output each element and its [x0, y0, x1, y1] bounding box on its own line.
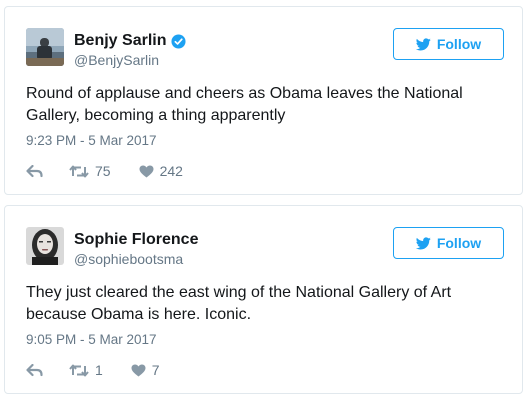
twitter-bird-icon: [415, 236, 431, 249]
reply-icon: [26, 164, 43, 177]
retweet-count: 75: [95, 163, 111, 179]
tweet-actions: 1 7: [26, 362, 160, 378]
tweet-text: Round of applause and cheers as Obama le…: [26, 85, 463, 124]
reply-button[interactable]: [26, 363, 43, 377]
author-name-row: Sophie Florence: [74, 231, 198, 249]
tweet-timestamp[interactable]: 9:05 PM - 5 Mar 2017: [26, 332, 157, 347]
follow-button[interactable]: Follow: [393, 227, 504, 259]
retweet-icon: [69, 165, 89, 177]
retweet-count: 1: [95, 362, 103, 378]
follow-label: Follow: [436, 235, 482, 251]
retweet-icon: [69, 364, 89, 376]
tweet-actions: 75 242: [26, 163, 183, 179]
avatar[interactable]: [26, 28, 64, 66]
heart-icon: [139, 165, 154, 177]
like-count: 7: [151, 362, 160, 378]
author-name[interactable]: Sophie Florence: [74, 231, 198, 249]
reply-button[interactable]: [26, 164, 43, 178]
reply-icon: [26, 363, 43, 376]
tweet-feed: Benjy Sarlin @BenjySarlin Follow Round o…: [0, 0, 528, 400]
tweet-timestamp[interactable]: 9:23 PM - 5 Mar 2017: [26, 133, 157, 148]
retweet-button[interactable]: 75: [69, 163, 111, 179]
avatar[interactable]: [26, 227, 64, 265]
twitter-bird-icon: [415, 37, 431, 50]
tweet-card: Sophie Florence @sophiebootsma Follow Th…: [4, 205, 523, 394]
like-button[interactable]: 242: [139, 163, 183, 179]
heart-icon: [131, 364, 146, 376]
follow-label: Follow: [436, 36, 482, 52]
like-button[interactable]: 7: [131, 362, 160, 378]
author-name-row: Benjy Sarlin: [74, 32, 187, 50]
follow-button[interactable]: Follow: [393, 28, 504, 60]
retweet-button[interactable]: 1: [69, 362, 103, 378]
tweet-text: They just cleared the east wing of the N…: [26, 284, 452, 323]
avatar-image: [26, 227, 64, 265]
author-name[interactable]: Benjy Sarlin: [74, 32, 166, 50]
verified-badge-icon: [171, 33, 187, 49]
author-handle[interactable]: @sophiebootsma: [74, 251, 183, 267]
like-count: 242: [159, 163, 183, 179]
tweet-card: Benjy Sarlin @BenjySarlin Follow Round o…: [4, 6, 523, 195]
author-handle[interactable]: @BenjySarlin: [74, 52, 159, 68]
avatar-image: [26, 28, 64, 66]
